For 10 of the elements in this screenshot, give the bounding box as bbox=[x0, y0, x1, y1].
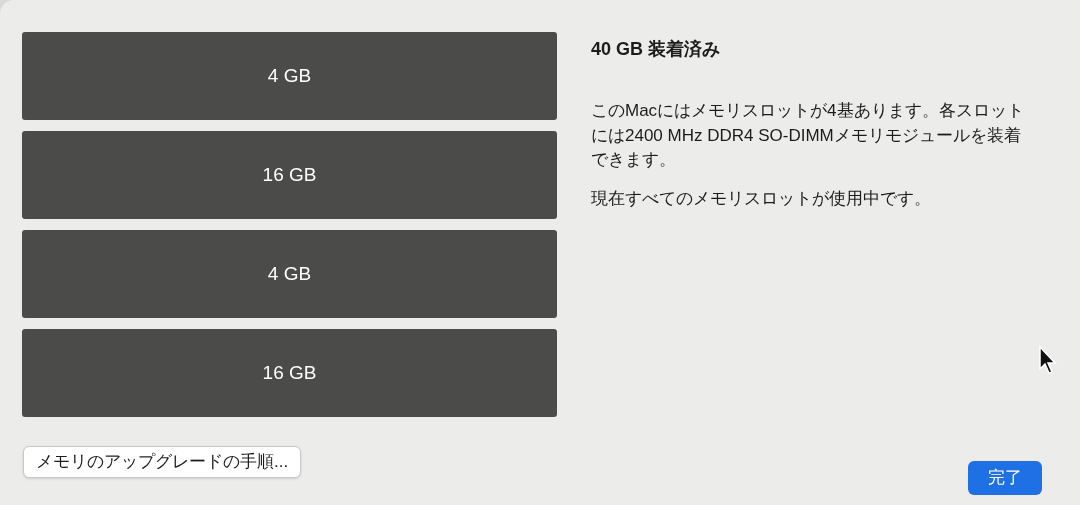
description-text: このMacにはメモリスロットが4基あります。各スロットには2400 MHz DDR4 SO-DIMMメモリモジュールを装着できます。 bbox=[591, 100, 1025, 172]
upgrade-instructions-button[interactable]: メモリのアップグレードの手順... bbox=[23, 446, 302, 478]
cursor-icon bbox=[1038, 345, 1058, 375]
installed-memory-title: 40 GB 装着済み bbox=[591, 38, 722, 61]
description-text: 現在すべてのメモリスロットが使用中です。 bbox=[591, 187, 932, 210]
done-button[interactable]: 完了 bbox=[968, 461, 1042, 495]
memory-slot: 16 GB bbox=[22, 329, 557, 417]
memory-slot: 16 GB bbox=[22, 131, 557, 219]
memory-slot: 4 GB bbox=[22, 32, 557, 120]
memory-slot: 4 GB bbox=[22, 230, 557, 318]
